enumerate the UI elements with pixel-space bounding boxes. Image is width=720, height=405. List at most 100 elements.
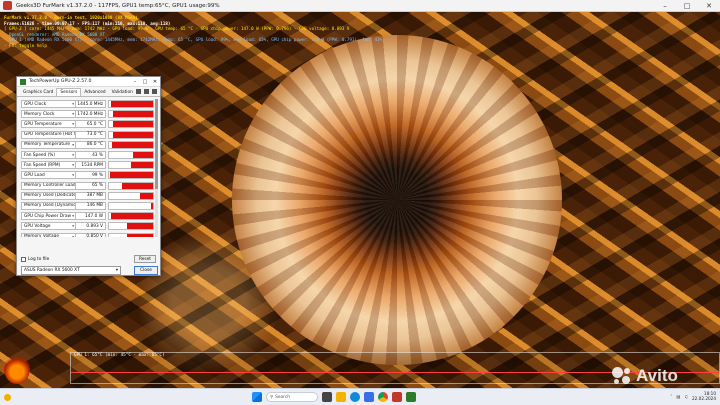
sensor-row: Fan Speed (%) ▾ 43 % <box>21 150 157 160</box>
chevron-down-icon: ▾ <box>72 163 74 168</box>
sensor-value: 65 % <box>76 181 106 190</box>
sensor-name-dropdown[interactable]: GPU Temperature (Hot Spot)▾ <box>21 130 76 139</box>
gpuz-minimize-button[interactable]: – <box>130 79 140 85</box>
gpuz-app-icon <box>20 78 26 85</box>
minimize-button[interactable]: – <box>654 0 676 12</box>
maximize-button[interactable]: □ <box>676 0 698 12</box>
sensor-name-dropdown[interactable]: GPU Clock ▾ <box>21 100 76 109</box>
sensor-name: Fan Speed (%) <box>24 152 56 158</box>
furmark-flame-logo <box>4 354 30 384</box>
chrome-icon[interactable] <box>378 392 388 402</box>
sensor-graph <box>108 151 154 160</box>
log-to-file-label: Log to file <box>28 257 50 262</box>
taskbar: ⚲ Search ˄ ▤ ♫ 18:10 22.02.2024 <box>0 388 720 405</box>
sensor-scrollbar[interactable] <box>155 99 158 237</box>
sensor-graph <box>108 140 154 149</box>
sensor-value: 1742.0 MHz <box>76 110 106 119</box>
weather-sun-icon <box>4 393 11 401</box>
gpuz-title: TechPowerUp GPU-Z 2.57.0 <box>29 79 92 84</box>
gpuz-taskbar-icon[interactable] <box>406 392 416 402</box>
sensor-graph-fill <box>111 101 153 108</box>
sensor-row: GPU Voltage ▾ 0.893 V <box>21 221 157 231</box>
sensor-graph <box>108 232 154 237</box>
sensor-row: Memory Controller Load▾65 % <box>21 181 157 191</box>
sensor-graph <box>108 181 154 190</box>
volume-icon[interactable]: ♫ <box>684 394 688 399</box>
tab-sensors[interactable]: Sensors <box>56 88 82 96</box>
sensor-graph <box>108 171 154 180</box>
sensor-name-dropdown[interactable]: GPU Voltage ▾ <box>21 222 76 231</box>
sensor-row: Memory Used (Dynamic)▾146 MB <box>21 201 157 211</box>
sensor-row: Memory Used (Dedicated)▾387 MB <box>21 191 157 201</box>
sensor-name-dropdown[interactable]: Fan Speed (RPM) ▾ <box>21 161 76 170</box>
sensor-name: GPU Clock <box>24 101 47 107</box>
sensor-value: 73.0 °C <box>76 130 106 139</box>
sensor-graph-fill <box>112 111 153 118</box>
overlay-toggle-help: - F1: toggle help <box>4 42 47 48</box>
start-windows-icon[interactable] <box>252 392 262 402</box>
menu-icon[interactable] <box>152 89 157 94</box>
gpuz-close-x-button[interactable]: ✕ <box>150 79 160 85</box>
sensor-row: Fan Speed (RPM) ▾ 1534 RPM <box>21 160 157 170</box>
edge-icon[interactable] <box>350 392 360 402</box>
sensor-row: GPU Temperature ▾ 65.0 °C <box>21 119 157 129</box>
sensor-name: Memory Used (Dedicated) <box>24 193 76 199</box>
sensor-name-dropdown[interactable]: Fan Speed (%) ▾ <box>21 151 76 160</box>
sensor-graph <box>108 130 154 139</box>
furmark-taskbar-icon[interactable] <box>392 392 402 402</box>
sensor-name-dropdown[interactable]: Memory Controller Load▾ <box>21 181 76 190</box>
sensor-name-dropdown[interactable]: Memory Used (Dedicated)▾ <box>21 191 76 200</box>
watermark-text: Avito <box>636 366 678 385</box>
sensor-name: Memory Used (Dynamic) <box>24 203 76 209</box>
sensor-name-dropdown[interactable]: GPU Load ▾ <box>21 171 76 180</box>
tab-graphics-card[interactable]: Graphics Card <box>20 89 56 96</box>
sensor-row: GPU Temperature (Hot Spot)▾73.0 °C <box>21 130 157 140</box>
log-to-file-checkbox[interactable] <box>21 257 26 262</box>
sensor-name-dropdown[interactable]: Memory Used (Dynamic)▾ <box>21 201 76 210</box>
clock[interactable]: 18:10 22.02.2024 <box>692 391 716 401</box>
sensor-name-dropdown[interactable]: GPU Temperature ▾ <box>21 120 76 129</box>
sensor-graph-fill <box>111 213 153 220</box>
sensor-value: 146 MB <box>76 201 106 210</box>
chevron-down-icon: ▾ <box>72 173 74 178</box>
close-window-button[interactable]: ✕ <box>698 0 720 12</box>
sensor-graph <box>108 110 154 119</box>
system-tray: ˄ ▤ ♫ 18:10 22.02.2024 <box>670 391 716 401</box>
sensor-name: Memory Clock <box>24 111 55 117</box>
sensor-name-dropdown[interactable]: Memory Temperature ▾ <box>21 140 76 149</box>
sensor-graph <box>108 100 154 109</box>
sensor-row: GPU Clock ▾ 1445.0 MHz <box>21 99 157 109</box>
chevron-up-icon[interactable]: ˄ <box>670 394 672 399</box>
scrollbar-thumb[interactable] <box>155 99 158 189</box>
sensor-name-dropdown[interactable]: GPU Chip Power Draw ▾ <box>21 212 76 221</box>
network-icon[interactable]: ▤ <box>676 394 680 399</box>
close-button[interactable]: Close <box>134 266 158 275</box>
sensor-graph-fill <box>150 202 153 209</box>
sensor-value: 0.893 V <box>76 222 106 231</box>
sensor-value: 65.0 °C <box>76 120 106 129</box>
reset-button[interactable]: Reset <box>134 255 156 263</box>
avito-watermark: Avito <box>612 366 678 386</box>
sensor-name-dropdown[interactable]: Memory Clock ▾ <box>21 110 76 119</box>
tab-validation[interactable]: Validation <box>109 89 136 96</box>
task-view-icon[interactable] <box>322 392 332 402</box>
sensor-value: 99 % <box>76 171 106 180</box>
device-select[interactable]: ASUS Radeon RX 5600 XT ▾ <box>21 266 121 275</box>
temperature-graph-label: GPU 1: 65°C (min: 45°C - max: 65°C) <box>74 353 165 358</box>
file-explorer-icon[interactable] <box>336 392 346 402</box>
sensor-graph-fill <box>139 192 153 199</box>
refresh-icon[interactable] <box>144 89 149 94</box>
camera-icon[interactable] <box>136 89 141 94</box>
search-icon: ⚲ <box>270 394 274 400</box>
sensor-graph-fill <box>112 141 153 148</box>
sensor-name: GPU Temperature (Hot Spot) <box>24 132 75 138</box>
taskbar-search[interactable]: ⚲ Search <box>266 392 318 402</box>
store-icon[interactable] <box>364 392 374 402</box>
chevron-down-icon: ▾ <box>72 214 74 219</box>
tab-advanced[interactable]: Advanced <box>81 89 108 96</box>
chevron-down-icon: ▾ <box>72 122 74 127</box>
sensor-value: 86.0 °C <box>76 140 106 149</box>
sensor-name-dropdown[interactable]: Memory Voltage ▾ <box>21 232 76 237</box>
gpuz-maximize-button[interactable]: □ <box>140 79 150 85</box>
weather-widget[interactable] <box>4 393 11 401</box>
